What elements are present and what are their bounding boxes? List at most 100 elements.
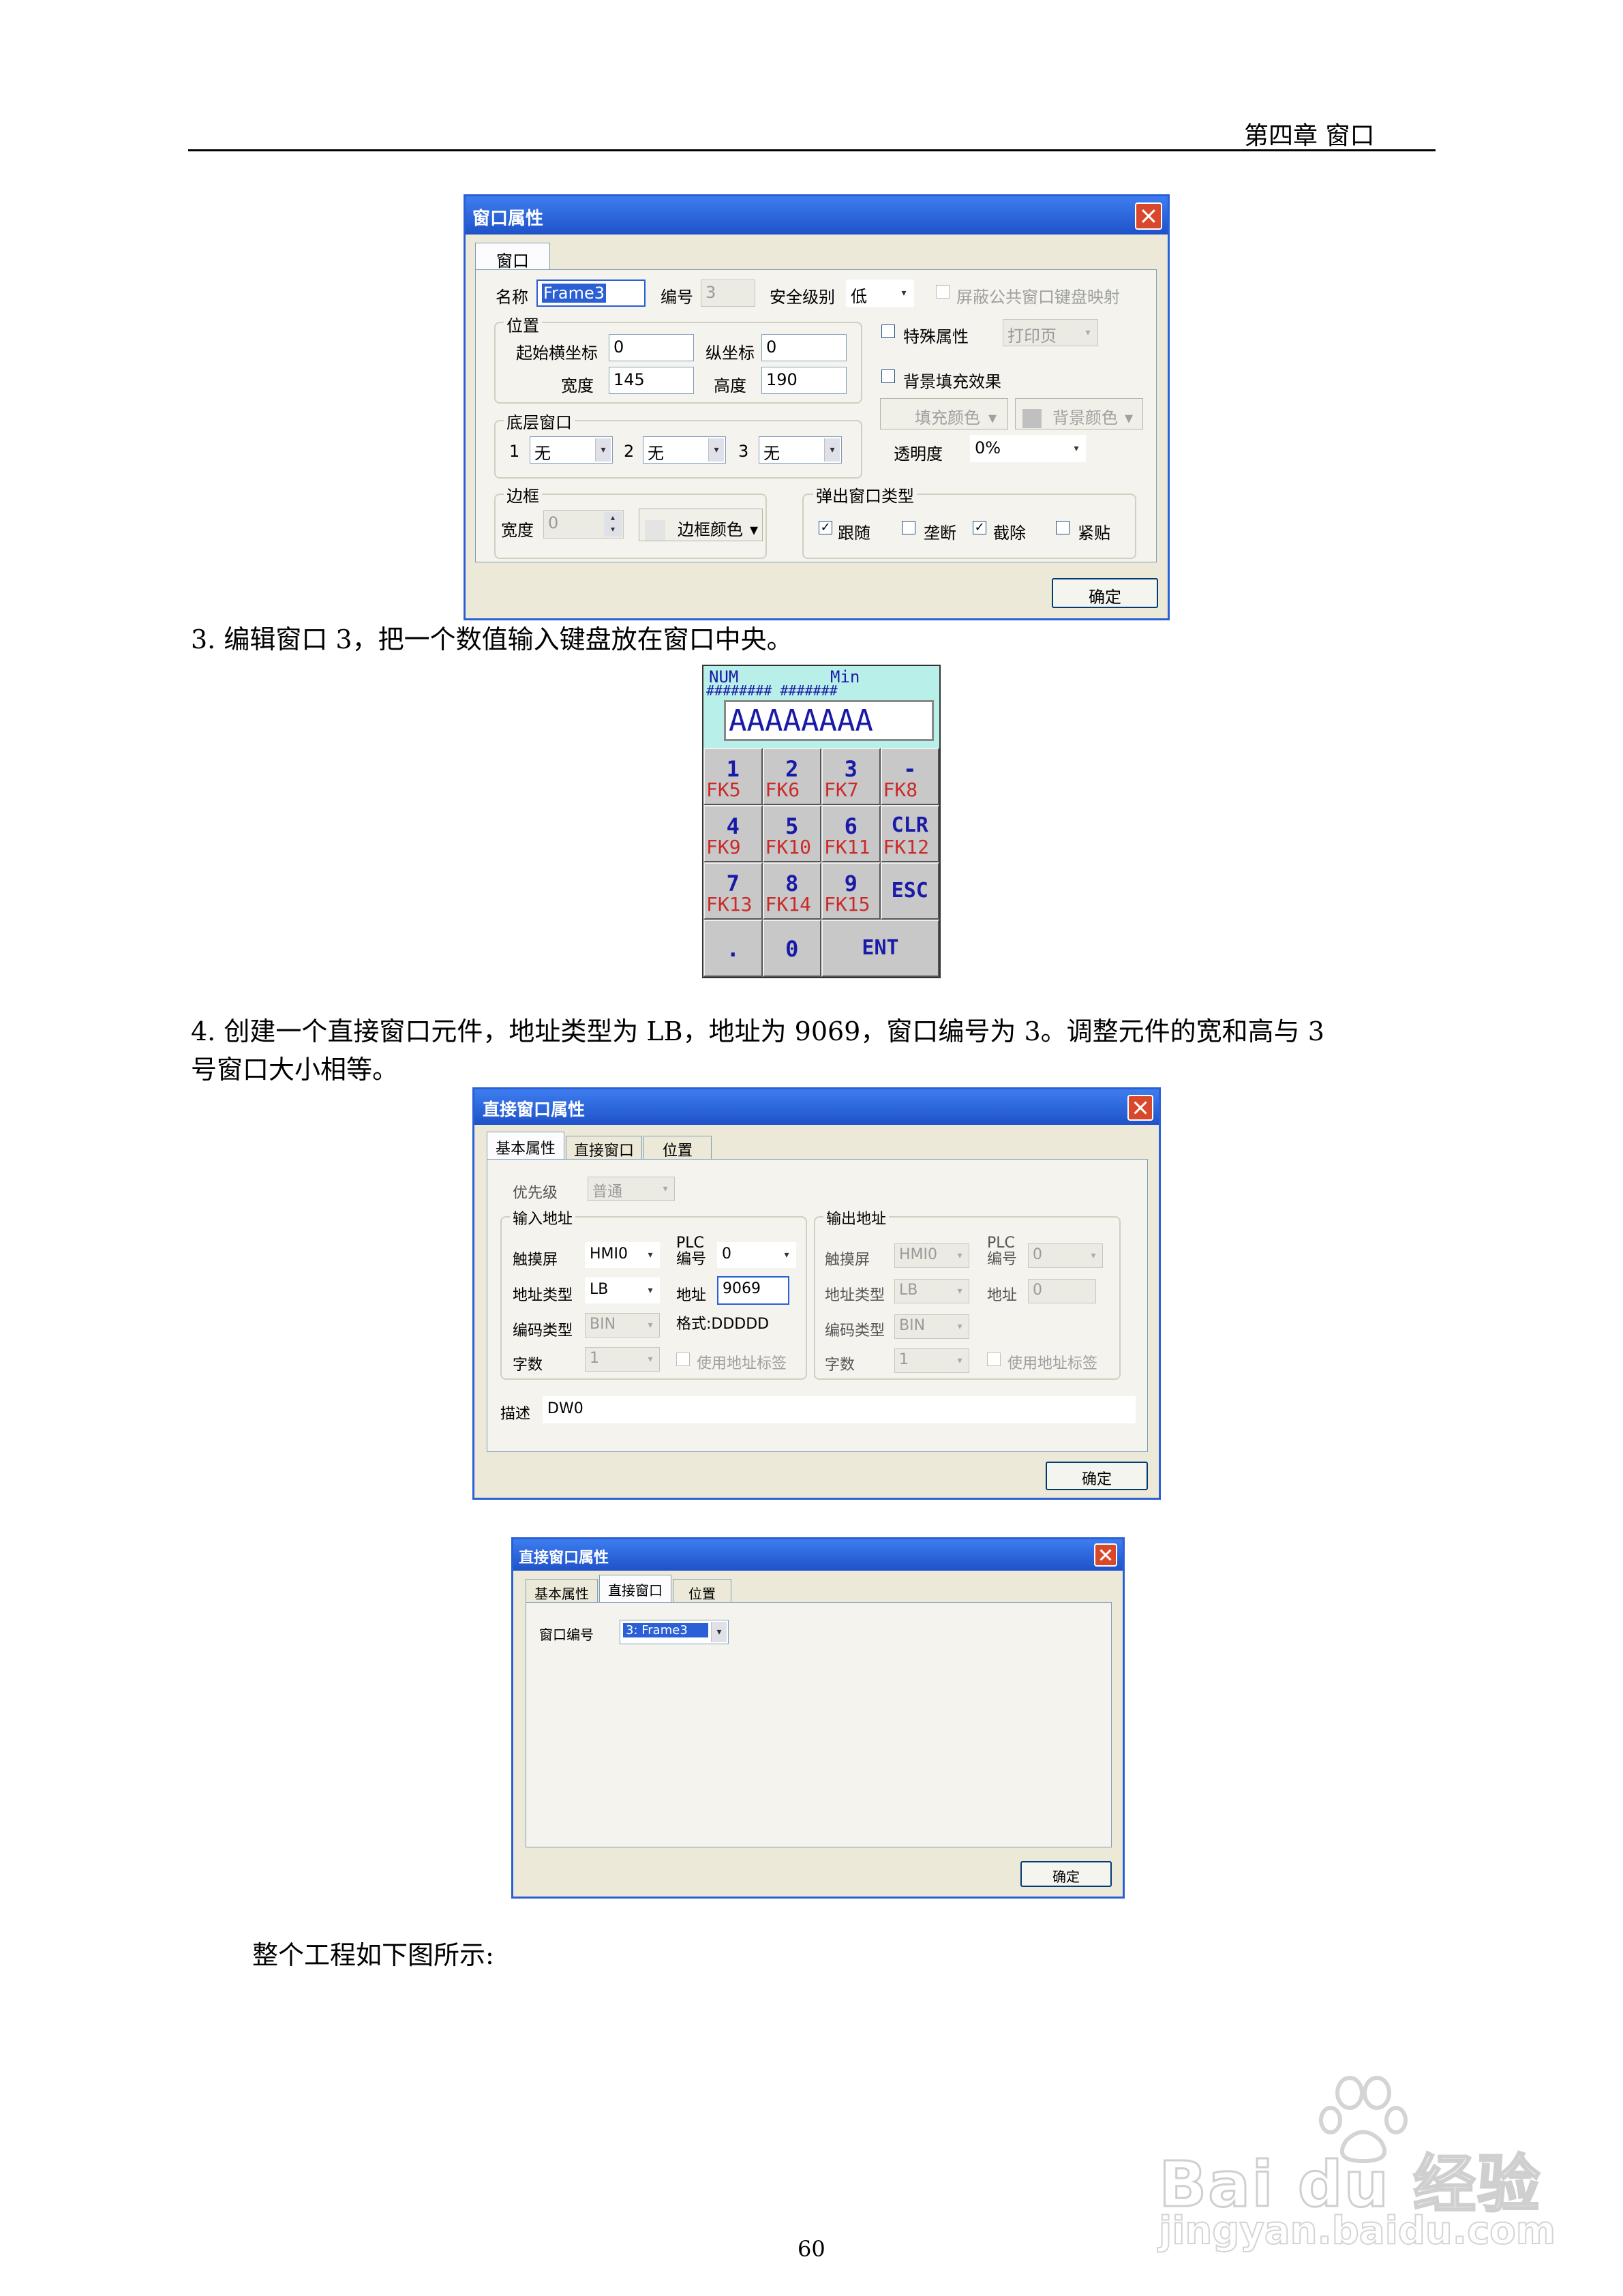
popup-follow-checkbox[interactable]: ✓: [819, 521, 832, 534]
security-select[interactable]: 低 ▾: [846, 280, 914, 307]
addr-type-select[interactable]: LB ▾: [585, 1278, 660, 1303]
tab-direct[interactable]: 直接窗口: [566, 1136, 642, 1160]
keypad-key-2[interactable]: 2 FK6: [762, 748, 821, 805]
key-fk-label: FK5: [706, 779, 741, 801]
out-addr-type-label: 地址类型: [825, 1287, 885, 1304]
keypad-key-clr[interactable]: CLR FK12: [880, 805, 939, 862]
bg-fill-checkbox[interactable]: [881, 369, 895, 383]
popup-clear-checkbox[interactable]: ✓: [973, 521, 986, 534]
step4-text-line1: 4. 创建一个直接窗口元件，地址类型为 LB，地址为 9069，窗口编号为 3。…: [191, 1016, 1324, 1046]
special-attr-checkbox[interactable]: [881, 324, 895, 338]
display-hash-row: ######## #######: [706, 682, 838, 699]
special-attr-label: 特殊属性: [903, 327, 969, 346]
name-field[interactable]: Frame3: [536, 280, 646, 307]
chevron-down-icon: ▾: [957, 1286, 962, 1297]
keypad-key-7[interactable]: 7 FK13: [703, 862, 763, 920]
base3-select[interactable]: 无 ▾: [759, 436, 842, 464]
keypad-key-minus[interactable]: - FK8: [880, 748, 939, 805]
tab-position[interactable]: 位置: [643, 1136, 712, 1160]
chevron-down-icon: ▾: [1125, 408, 1134, 427]
start-y-label: 纵坐标: [706, 344, 755, 363]
keypad-key-6[interactable]: 6 FK11: [821, 805, 881, 862]
addr-input[interactable]: 9069: [717, 1276, 789, 1305]
close-icon[interactable]: [1094, 1543, 1117, 1567]
popup-clear-label: 截除: [993, 524, 1026, 543]
plc-select[interactable]: 0 ▾: [717, 1242, 796, 1268]
keypad-key-dot[interactable]: .: [703, 920, 763, 977]
desc-value: DW0: [547, 1400, 583, 1417]
base1-select[interactable]: 无 ▾: [530, 436, 613, 464]
out-addr-label: 地址: [987, 1287, 1018, 1304]
out-plc-label-line1: PLC: [987, 1235, 1015, 1252]
keypad-key-esc[interactable]: ESC: [880, 862, 939, 920]
tab-window[interactable]: 窗口: [475, 243, 550, 271]
touch-select[interactable]: HMI0 ▾: [585, 1242, 660, 1268]
keypad-key-ent[interactable]: ENT: [821, 920, 939, 977]
keypad-key-3[interactable]: 3 FK7: [821, 748, 881, 805]
popup-block-checkbox[interactable]: [902, 521, 915, 534]
desc-input[interactable]: DW0: [543, 1396, 1136, 1423]
spin-arrows-icon[interactable]: ▴ ▾: [604, 512, 622, 537]
use-tag-checkbox: [676, 1353, 690, 1366]
base2-label: 2: [624, 442, 635, 461]
name-label: 名称: [496, 288, 528, 307]
chevron-down-icon: ▾: [1074, 443, 1079, 454]
chevron-down-icon: ▾: [957, 1321, 962, 1332]
tab-basic[interactable]: 基本属性: [526, 1579, 598, 1602]
start-x-input[interactable]: 0: [609, 334, 694, 361]
key-fk-label: FK15: [824, 893, 870, 916]
tab-basic[interactable]: 基本属性: [487, 1132, 564, 1159]
keypad-key-1[interactable]: 1 FK5: [703, 748, 763, 805]
chevron-down-icon: ▾: [957, 1355, 962, 1366]
popup-stick-checkbox[interactable]: [1056, 521, 1070, 534]
out-addr-type-select: LB ▾: [894, 1279, 969, 1303]
security-value: 低: [851, 287, 867, 306]
dialog-titlebar: 窗口属性: [466, 196, 1168, 235]
window-properties-dialog: 窗口属性 窗口 名称 Frame3 编号 3 安全级别 低 ▾ 屏蔽公共窗口键盘…: [464, 194, 1170, 620]
step3-text: 3. 编辑窗口 3，把一个数值输入键盘放在窗口中央。: [191, 624, 793, 654]
mask-keyboard-checkbox[interactable]: [936, 285, 950, 299]
key-label: .: [726, 936, 740, 962]
border-color-label: 边框颜色: [678, 520, 743, 539]
keypad-key-9[interactable]: 9 FK15: [821, 862, 881, 920]
ok-button[interactable]: 确定: [1052, 578, 1158, 608]
ok-button-label: 确定: [1081, 1471, 1112, 1488]
touch-value: HMI0: [590, 1245, 628, 1263]
keypad-key-0[interactable]: 0: [762, 920, 821, 977]
out-plc-label-line2: 编号: [987, 1251, 1018, 1268]
ok-button[interactable]: 确定: [1046, 1462, 1148, 1490]
transparency-label: 透明度: [894, 444, 943, 464]
popup-type-group-title: 弹出窗口类型: [813, 483, 917, 507]
tab-direct[interactable]: 直接窗口: [599, 1575, 671, 1602]
chevron-down-icon: ▾: [648, 1354, 653, 1365]
key-fk-label: FK6: [765, 779, 800, 801]
ok-button[interactable]: 确定: [1020, 1861, 1112, 1887]
base2-select[interactable]: 无 ▾: [643, 436, 726, 464]
height-input[interactable]: 190: [761, 367, 847, 394]
border-color-button[interactable]: 边框颜色 ▾: [639, 509, 763, 541]
keypad-key-5[interactable]: 5 FK10: [762, 805, 821, 862]
keypad-key-4[interactable]: 4 FK9: [703, 805, 763, 862]
number-value: 3: [706, 283, 716, 302]
base-window-group-title: 底层窗口: [504, 409, 575, 433]
border-width-stepper[interactable]: 0 ▴ ▾: [543, 510, 624, 539]
chapter-header: 第四章 窗口: [1244, 122, 1375, 150]
word-count-value: 1: [590, 1350, 599, 1367]
keypad-key-8[interactable]: 8 FK14: [762, 862, 821, 920]
key-fk-label: FK10: [765, 836, 811, 858]
dialog-titlebar: 直接窗口属性: [513, 1539, 1123, 1571]
fill-color-label: 填充颜色: [915, 408, 980, 427]
chevron-down-icon: ▾: [648, 1250, 653, 1260]
start-y-input[interactable]: 0: [761, 334, 847, 361]
dialog-title: 直接窗口属性: [519, 1550, 609, 1567]
window-no-select[interactable]: 3: Frame3 ▾: [620, 1620, 729, 1644]
touch-label: 触摸屏: [513, 1252, 558, 1269]
out-code-type-value: BIN: [899, 1317, 926, 1334]
tab-position[interactable]: 位置: [673, 1579, 731, 1602]
transparency-select[interactable]: 0% ▾: [970, 435, 1086, 462]
close-icon[interactable]: [1127, 1095, 1153, 1121]
out-code-type-select: BIN ▾: [894, 1314, 969, 1339]
close-icon[interactable]: [1135, 202, 1162, 230]
width-input[interactable]: 145: [609, 367, 694, 394]
key-fk-label: FK7: [824, 779, 859, 801]
